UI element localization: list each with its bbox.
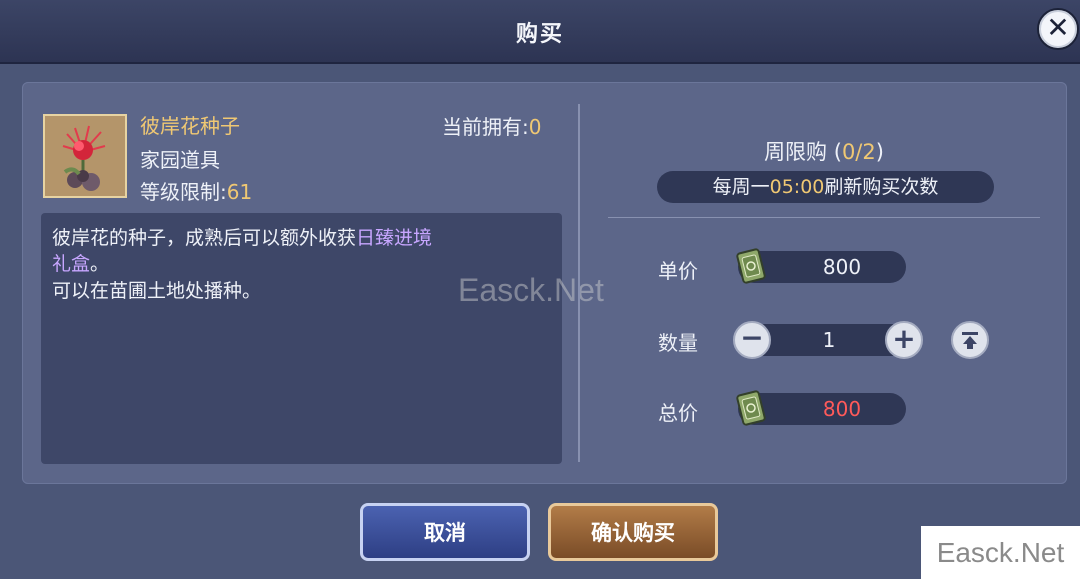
cancel-button[interactable]: 取消: [360, 503, 530, 561]
unit-price-field: 800: [736, 248, 906, 284]
description-text-end: 。: [90, 253, 110, 275]
banknote-icon: [736, 248, 766, 284]
increase-button[interactable]: +: [885, 321, 923, 359]
description-line-1: 彼岸花的种子，成熟后可以额外收获日臻进境: [52, 223, 432, 250]
weekly-count: 0/2: [841, 140, 876, 164]
description-line-2: 礼盒。: [52, 249, 109, 276]
refresh-post: 刷新购买次数: [824, 176, 939, 198]
horizontal-divider: [608, 217, 1040, 218]
close-icon: ✕: [1046, 11, 1070, 44]
weekly-label: 周限购 (: [764, 140, 842, 164]
level-value: 61: [226, 180, 253, 204]
total-price-value: 800: [822, 397, 862, 421]
quantity-value: 1: [822, 328, 836, 352]
description-box: 彼岸花的种子，成熟后可以额外收获日臻进境 礼盒。 可以在苗圃土地处播种。: [41, 213, 562, 464]
refresh-pre: 每周一: [712, 176, 770, 198]
vertical-divider: [578, 104, 580, 462]
max-icon: [962, 332, 978, 349]
banknote-icon: [736, 390, 766, 426]
item-icon-frame: [43, 114, 127, 198]
watermark-corner: Easck.Net: [921, 526, 1080, 579]
confirm-purchase-button[interactable]: 确认购买: [548, 503, 718, 561]
total-price-label: 总价: [658, 401, 698, 425]
plus-icon: +: [892, 322, 916, 355]
description-text: 彼岸花的种子，成熟后可以额外收获: [52, 227, 357, 249]
max-quantity-button[interactable]: [951, 321, 989, 359]
quantity-label: 数量: [658, 331, 698, 355]
watermark-center: Easck.Net: [458, 272, 604, 308]
owned-count: 当前拥有:0: [442, 111, 541, 140]
unit-price-label: 单价: [658, 259, 698, 283]
refresh-time: 05:00: [769, 176, 825, 198]
unit-price-value: 800: [822, 255, 862, 279]
close-button[interactable]: ✕: [1037, 8, 1079, 50]
owned-label: 当前拥有:: [442, 115, 529, 139]
item-level: 等级限制:61: [140, 176, 252, 205]
decrease-button[interactable]: −: [733, 321, 771, 359]
reward-link[interactable]: 日臻进境: [356, 227, 432, 249]
red-spider-lily-icon: [45, 116, 125, 196]
item-name: 彼岸花种子: [140, 114, 240, 138]
weekly-limit: 周限购 (0/2): [608, 136, 1040, 166]
total-price-field: 800: [736, 390, 906, 426]
refresh-info: 每周一05:00刷新购买次数: [657, 171, 994, 203]
title-bar: 购买: [0, 0, 1080, 64]
level-label: 等级限制:: [140, 180, 227, 204]
dialog-title: 购买: [515, 22, 564, 47]
item-type: 家园道具: [140, 148, 220, 172]
weekly-close: ): [875, 140, 884, 164]
minus-icon: −: [740, 321, 764, 354]
owned-value: 0: [528, 115, 542, 139]
reward-link-cont[interactable]: 礼盒: [52, 253, 90, 275]
description-line-3: 可以在苗圃土地处播种。: [52, 280, 262, 302]
